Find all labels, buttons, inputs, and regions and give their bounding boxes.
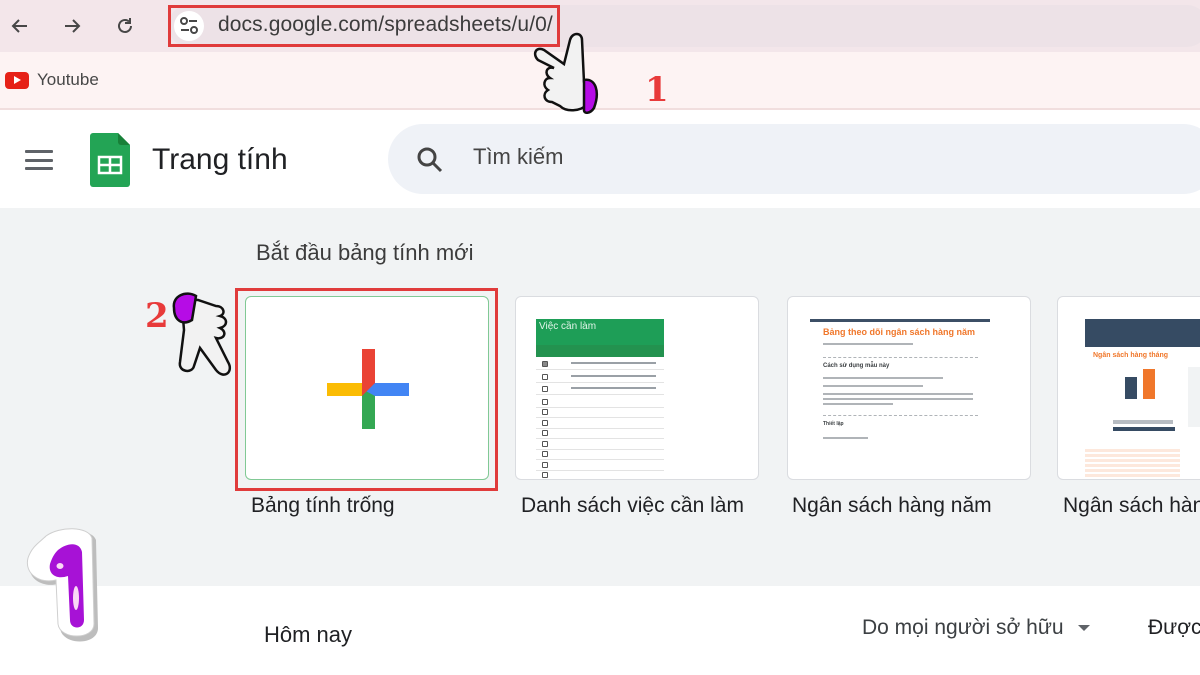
hamburger-menu-icon[interactable] bbox=[25, 150, 53, 170]
pointing-hand-icon bbox=[533, 32, 598, 114]
step-number: 2 bbox=[145, 296, 169, 336]
template-label[interactable]: Bảng tính trống bbox=[251, 494, 395, 518]
thumb-header-row bbox=[536, 345, 664, 357]
thumb-row-divider bbox=[536, 406, 664, 408]
reload-button[interactable] bbox=[111, 12, 139, 40]
url-highlight-box bbox=[168, 5, 560, 47]
sort-label[interactable]: Được bbox=[1148, 616, 1200, 640]
thumb-checkbox bbox=[542, 430, 548, 436]
thumb-row-divider bbox=[536, 438, 664, 439]
bookmark-youtube[interactable]: Youtube bbox=[5, 70, 99, 90]
app-header: Trang tính bbox=[0, 110, 1200, 208]
thumb-checkbox bbox=[542, 461, 548, 468]
thumb-chart-bar bbox=[1125, 377, 1137, 399]
thumb-chart-area bbox=[1188, 367, 1200, 427]
thumb-text-line bbox=[571, 387, 656, 389]
thumb-text-line bbox=[823, 403, 893, 405]
template-label[interactable]: Danh sách việc cần làm bbox=[521, 494, 744, 518]
thumb-text-line bbox=[823, 393, 973, 395]
forward-button[interactable] bbox=[58, 12, 86, 40]
template-todo-list[interactable]: Việc cần làm bbox=[515, 296, 759, 480]
thumb-chart-bar bbox=[1143, 369, 1155, 399]
thumb-text-line bbox=[823, 437, 868, 439]
arrow-left-icon bbox=[11, 19, 27, 33]
thumb-header-bar bbox=[810, 319, 990, 322]
template-annual-budget[interactable]: Bảng theo dõi ngân sách hàng năm Cách sử… bbox=[787, 296, 1031, 480]
template-label[interactable]: Ngân sách hàng tháng bbox=[1063, 494, 1200, 518]
thumb-header-bar bbox=[1085, 319, 1200, 347]
thumb-row-divider bbox=[536, 369, 664, 370]
thumb-checkbox bbox=[542, 409, 548, 415]
thumb-row-divider bbox=[536, 459, 664, 460]
thumb-checkbox bbox=[542, 361, 548, 367]
reload-icon bbox=[118, 18, 132, 33]
thumb-row-divider bbox=[536, 381, 664, 383]
thumb-row-divider bbox=[536, 427, 664, 429]
thumb-subheading: Cách sử dụng mẫu này bbox=[823, 363, 890, 369]
thumb-checkbox bbox=[542, 451, 548, 457]
owner-filter-label: Do mọi người sở hữu bbox=[862, 616, 1064, 639]
thumb-title: Bảng theo dõi ngân sách hàng năm bbox=[823, 327, 976, 337]
back-button[interactable] bbox=[6, 12, 34, 40]
thumb-row-divider bbox=[536, 417, 664, 418]
caret-down-icon bbox=[1077, 625, 1090, 631]
thumb-text-line bbox=[823, 377, 943, 379]
thumb-text-line bbox=[571, 362, 656, 364]
blank-template-highlight bbox=[235, 288, 498, 491]
arrow-right-icon bbox=[65, 19, 81, 33]
thumb-title: Ngân sách hàng tháng bbox=[1093, 352, 1169, 359]
search-icon[interactable] bbox=[416, 146, 444, 174]
template-section-title: Bắt đầu bảng tính mới bbox=[256, 240, 474, 265]
thumb-checkbox bbox=[542, 386, 548, 392]
thumb-checkbox bbox=[542, 419, 548, 426]
thumb-progress-bar bbox=[1113, 420, 1173, 424]
step-number: 1 bbox=[645, 70, 669, 110]
thumb-text-line bbox=[823, 343, 913, 345]
app-title: Trang tính bbox=[152, 143, 288, 176]
thumb-checkbox bbox=[542, 440, 548, 447]
template-gallery: Bắt đầu bảng tính mới Bảng tính trống Vi… bbox=[0, 208, 1200, 586]
bookmark-label: Youtube bbox=[37, 70, 99, 89]
search-input[interactable] bbox=[473, 144, 1073, 170]
youtube-icon bbox=[5, 71, 29, 89]
thumb-row-divider bbox=[536, 448, 664, 450]
search-box[interactable] bbox=[388, 124, 1200, 194]
template-label[interactable]: Ngân sách hàng năm bbox=[792, 494, 992, 518]
thumb-row-divider bbox=[536, 469, 664, 471]
thumb-progress-bar bbox=[1113, 427, 1175, 431]
thumb-checkbox bbox=[542, 398, 548, 405]
thumb-text-line bbox=[823, 398, 973, 400]
recent-heading: Hôm nay bbox=[264, 622, 353, 647]
thumb-section: Thiết lập bbox=[823, 421, 844, 427]
recent-files-section: Hôm nay Do mọi người sở hữu Được bbox=[0, 586, 1200, 675]
thumb-text-line bbox=[571, 374, 656, 377]
template-monthly-budget[interactable]: Ngân sách hàng tháng bbox=[1057, 296, 1200, 480]
thumb-row-divider bbox=[536, 394, 664, 395]
pointing-hand-icon bbox=[172, 292, 232, 376]
thumb-checkbox bbox=[542, 472, 548, 478]
google-sheets-logo[interactable] bbox=[90, 133, 130, 187]
owner-filter-dropdown[interactable]: Do mọi người sở hữu bbox=[862, 616, 1090, 640]
thumb-checkbox bbox=[542, 373, 548, 380]
thumb-divider bbox=[823, 415, 978, 416]
number-one-badge-icon bbox=[26, 528, 99, 642]
thumb-divider bbox=[823, 357, 978, 358]
thumb-table bbox=[1085, 449, 1180, 477]
thumb-text-line bbox=[823, 385, 923, 387]
